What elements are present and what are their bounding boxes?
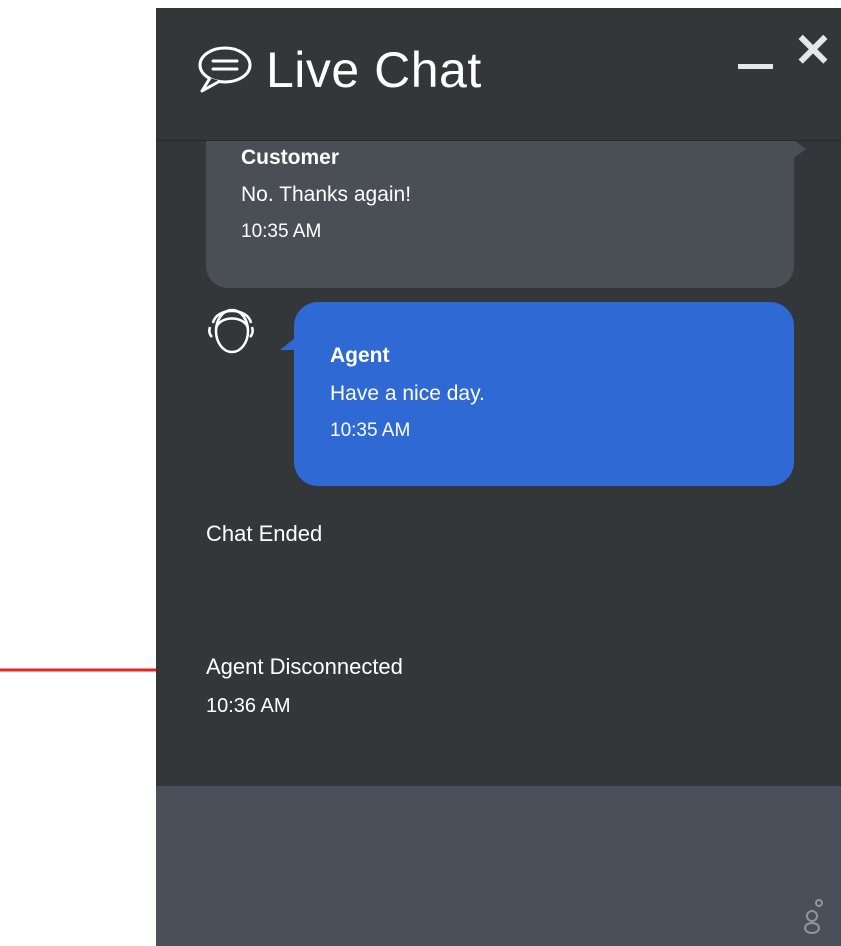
bubble-tail bbox=[792, 141, 806, 159]
bubble-tail bbox=[280, 338, 295, 350]
message-input-area[interactable] bbox=[156, 786, 841, 946]
message-time: 10:35 AM bbox=[241, 221, 322, 242]
chat-bubble-icon bbox=[198, 46, 252, 93]
live-chat-window: Live Chat ✕ Customer No. Thanks again! 1… bbox=[156, 8, 841, 946]
close-icon: ✕ bbox=[793, 24, 833, 76]
agent-headset-icon bbox=[208, 308, 254, 354]
system-message-chat-ended: Chat Ended bbox=[206, 521, 323, 546]
customer-message-bubble: Customer No. Thanks again! 10:35 AM bbox=[206, 141, 806, 288]
message-time: 10:35 AM bbox=[330, 420, 411, 441]
chat-header: Live Chat ✕ bbox=[156, 8, 841, 141]
minimize-icon bbox=[738, 64, 773, 69]
message-text: No. Thanks again! bbox=[241, 183, 412, 206]
message-sender: Agent bbox=[330, 344, 390, 367]
message-sender: Customer bbox=[241, 146, 340, 169]
chat-transcript[interactable]: Customer No. Thanks again! 10:35 AM Agen… bbox=[156, 141, 841, 785]
system-message-agent-disconnected: Agent Disconnected bbox=[206, 654, 403, 679]
agent-message-bubble: Agent Have a nice day. 10:35 AM bbox=[280, 302, 794, 486]
close-button[interactable]: ✕ bbox=[792, 26, 834, 74]
system-message-time: 10:36 AM bbox=[206, 695, 291, 717]
genesys-logo-icon bbox=[804, 899, 823, 934]
message-text: Have a nice day. bbox=[330, 382, 485, 405]
minimize-button[interactable] bbox=[738, 36, 774, 76]
chat-title: Live Chat bbox=[266, 42, 482, 98]
